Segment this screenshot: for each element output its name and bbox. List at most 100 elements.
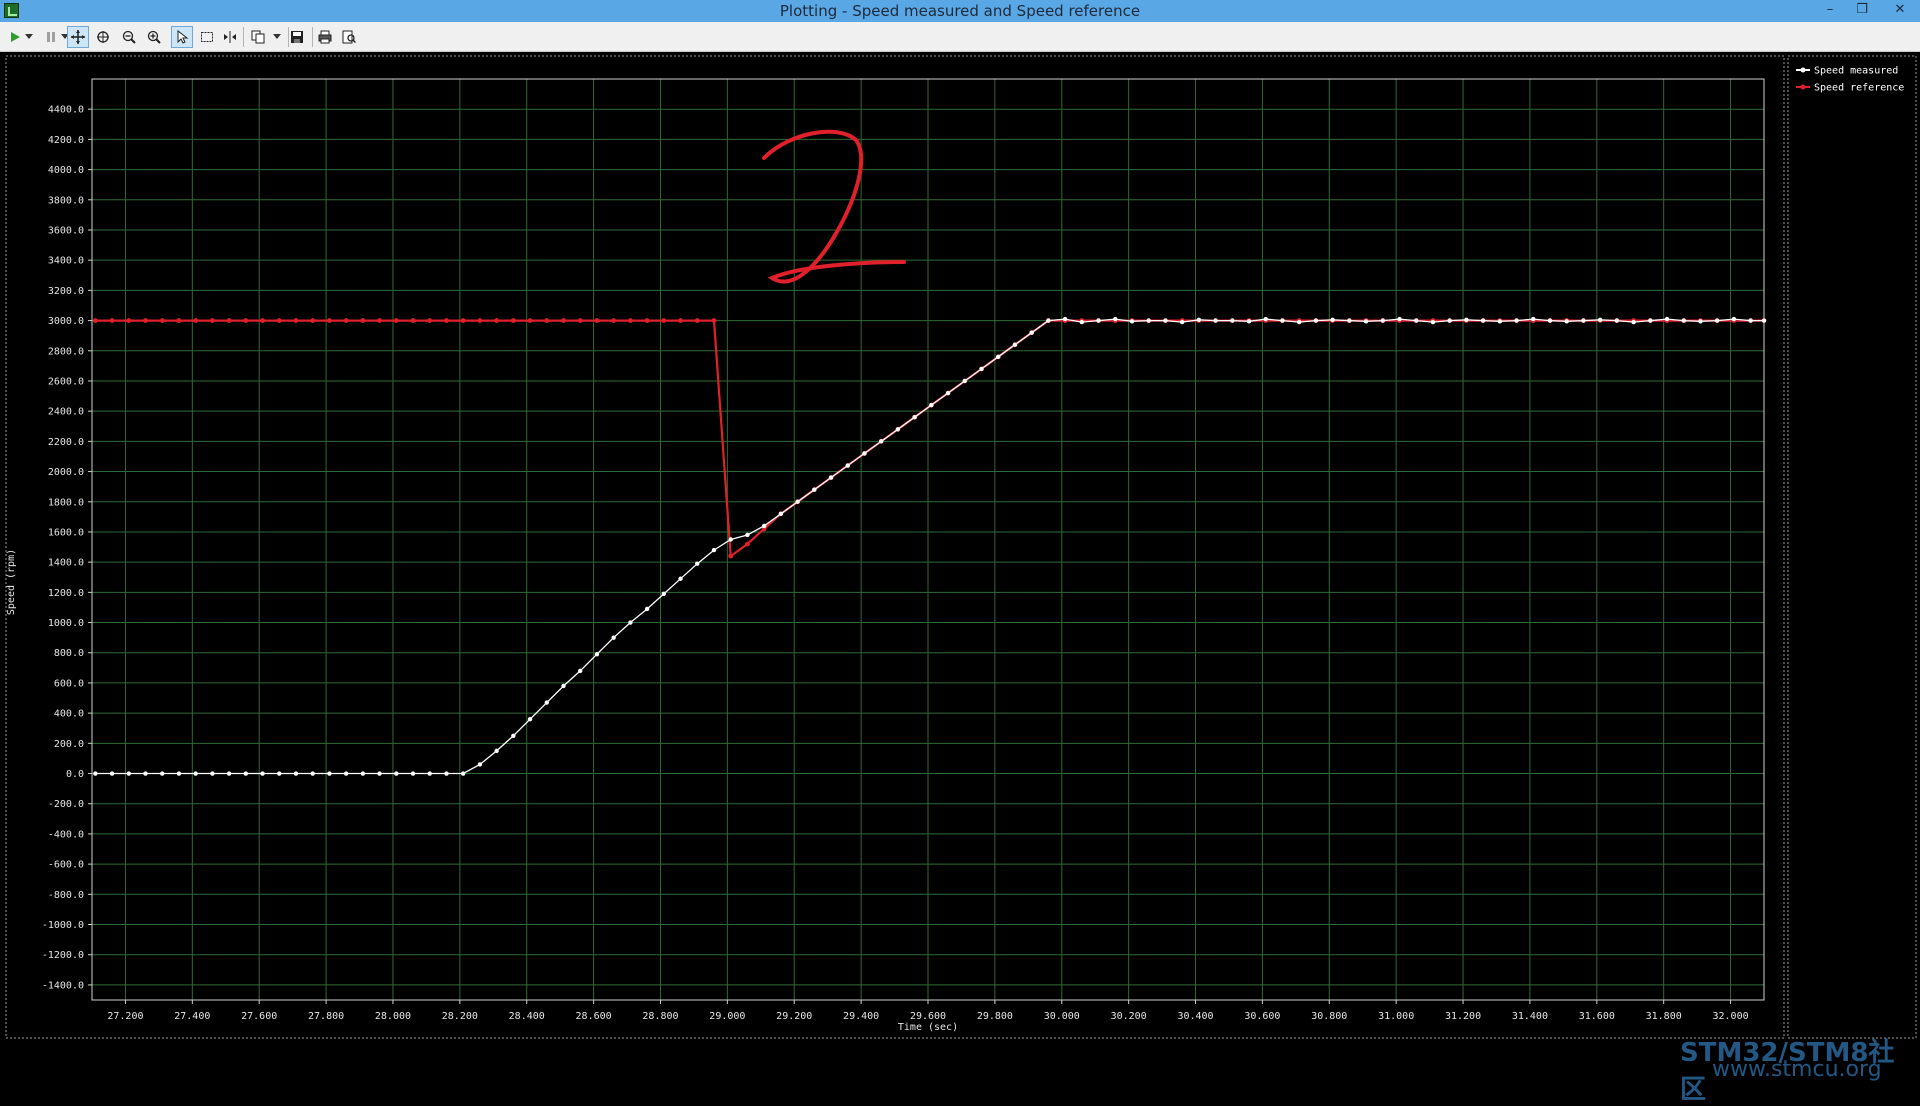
y-tick-label: 1600.0 bbox=[48, 527, 84, 538]
copy-dropdown[interactable] bbox=[270, 26, 284, 48]
speed-measured-point bbox=[1129, 319, 1135, 324]
speed-reference-point bbox=[594, 318, 600, 323]
speed-measured-point bbox=[862, 451, 867, 456]
speed-reference-point bbox=[427, 318, 433, 323]
speed-measured-point bbox=[761, 523, 767, 529]
y-tick-label: -1000.0 bbox=[42, 920, 84, 931]
speed-measured-point bbox=[1531, 316, 1536, 322]
speed-chart[interactable]: 4400.0 4200.0 4000.0 3800.0 3600.0 3400.0 3200… bbox=[0, 52, 1920, 1040]
speed-reference-point bbox=[561, 318, 566, 323]
speed-measured-point bbox=[1597, 317, 1603, 323]
print-icon bbox=[318, 30, 332, 44]
rect-select-button[interactable] bbox=[196, 26, 218, 48]
x-tick-label: 29.200 bbox=[776, 1011, 812, 1022]
speed-measured-point bbox=[778, 511, 784, 517]
zoom-in-button[interactable] bbox=[143, 26, 165, 48]
speed-measured-point bbox=[661, 591, 667, 597]
speed-reference-point bbox=[694, 318, 700, 323]
speed-reference-point bbox=[109, 318, 115, 323]
y-tick-label: -600.0 bbox=[48, 860, 84, 871]
zoom-out-button[interactable] bbox=[118, 26, 140, 48]
speed-reference-point bbox=[327, 318, 332, 323]
speed-measured-point bbox=[628, 620, 633, 625]
speed-reference-point bbox=[494, 318, 500, 323]
copy-button[interactable] bbox=[247, 26, 269, 48]
select-button[interactable] bbox=[171, 26, 193, 48]
speed-measured-point bbox=[979, 366, 984, 372]
zoom-area-button[interactable] bbox=[92, 26, 114, 48]
speed-measured-point bbox=[527, 716, 533, 722]
speed-reference-point bbox=[92, 318, 98, 323]
x-tick-label: 30.000 bbox=[1044, 1011, 1080, 1022]
speed-measured-point bbox=[444, 771, 449, 776]
speed-measured-point bbox=[360, 771, 366, 776]
speed-measured-point bbox=[1430, 319, 1436, 325]
speed-reference-point bbox=[661, 318, 667, 323]
dropdown-icon bbox=[273, 34, 281, 39]
play-dropdown[interactable] bbox=[22, 26, 36, 48]
toolbar-separator bbox=[243, 27, 244, 47]
speed-measured-point bbox=[410, 771, 416, 776]
toolbar-separator bbox=[312, 27, 313, 47]
speed-measured-point bbox=[93, 771, 98, 776]
minimize-button[interactable]: – bbox=[1815, 0, 1845, 20]
x-tick-label: 27.600 bbox=[241, 1011, 277, 1022]
speed-reference-point bbox=[310, 318, 316, 323]
speed-measured-point bbox=[109, 771, 115, 776]
speed-measured-point bbox=[1046, 318, 1051, 323]
handwritten-annotation: 2 bbox=[762, 129, 906, 284]
speed-measured-point bbox=[1163, 318, 1168, 323]
speed-measured-point bbox=[176, 771, 182, 776]
restore-button[interactable]: ❐ bbox=[1847, 0, 1877, 20]
speed-measured-point bbox=[126, 771, 131, 776]
y-tick-label: 200.0 bbox=[54, 739, 84, 750]
speed-measured-point bbox=[1564, 319, 1569, 324]
speed-measured-point bbox=[427, 771, 432, 776]
speed-measured-point bbox=[1062, 316, 1068, 322]
window-title: Plotting - Speed measured and Speed refe… bbox=[779, 2, 1141, 20]
y-tick-label: 3200.0 bbox=[48, 286, 84, 297]
print-preview-button[interactable] bbox=[338, 26, 360, 48]
dropdown-icon bbox=[25, 34, 33, 39]
x-tick-label: 31.800 bbox=[1646, 1011, 1682, 1022]
speed-measured-point bbox=[1313, 318, 1319, 323]
pan-icon bbox=[71, 30, 85, 44]
speed-reference-point bbox=[293, 318, 299, 323]
y-tick-label: 4400.0 bbox=[48, 105, 84, 116]
x-tick-label: 30.600 bbox=[1244, 1011, 1280, 1022]
close-button[interactable]: ✕ bbox=[1885, 0, 1915, 20]
speed-reference-point bbox=[393, 318, 399, 323]
speed-reference-point bbox=[460, 318, 466, 323]
copy-icon bbox=[251, 30, 265, 44]
y-tick-label: -1200.0 bbox=[42, 950, 84, 961]
speed-measured-point bbox=[210, 771, 215, 776]
x-tick-label: 28.200 bbox=[442, 1011, 478, 1022]
y-tick-label: 400.0 bbox=[54, 709, 84, 720]
speed-reference-line bbox=[95, 319, 1764, 559]
save-icon bbox=[291, 31, 303, 43]
speed-measured-point bbox=[845, 463, 850, 468]
speed-measured-point bbox=[394, 771, 399, 776]
speed-measured-point bbox=[1380, 318, 1385, 323]
zoom-in-icon bbox=[147, 30, 161, 44]
plot-area[interactable]: 4400.0 4200.0 4000.0 3800.0 3600.0 3400.0 3200… bbox=[0, 52, 1920, 1105]
speed-measured-point bbox=[644, 606, 650, 612]
x-tick-label: 28.000 bbox=[375, 1011, 411, 1022]
speed-measured-point bbox=[1547, 318, 1553, 323]
save-button[interactable] bbox=[286, 26, 308, 48]
speed-measured-point bbox=[1681, 318, 1686, 323]
print-button[interactable] bbox=[314, 26, 336, 48]
speed-reference-point bbox=[377, 318, 382, 323]
x-tick-label: 27.800 bbox=[308, 1011, 344, 1022]
y-tick-label: 2000.0 bbox=[48, 467, 84, 478]
fit-button[interactable] bbox=[219, 26, 241, 48]
x-tick-label: 28.400 bbox=[509, 1011, 545, 1022]
speed-measured-line bbox=[95, 318, 1764, 775]
speed-measured-point bbox=[1664, 316, 1670, 322]
y-tick-label: 1200.0 bbox=[48, 588, 84, 599]
pan-button[interactable] bbox=[67, 26, 89, 48]
speed-measured-point bbox=[962, 378, 967, 384]
speed-reference-point bbox=[678, 318, 683, 323]
speed-measured-point bbox=[1397, 316, 1402, 322]
speed-measured-point bbox=[243, 771, 249, 776]
